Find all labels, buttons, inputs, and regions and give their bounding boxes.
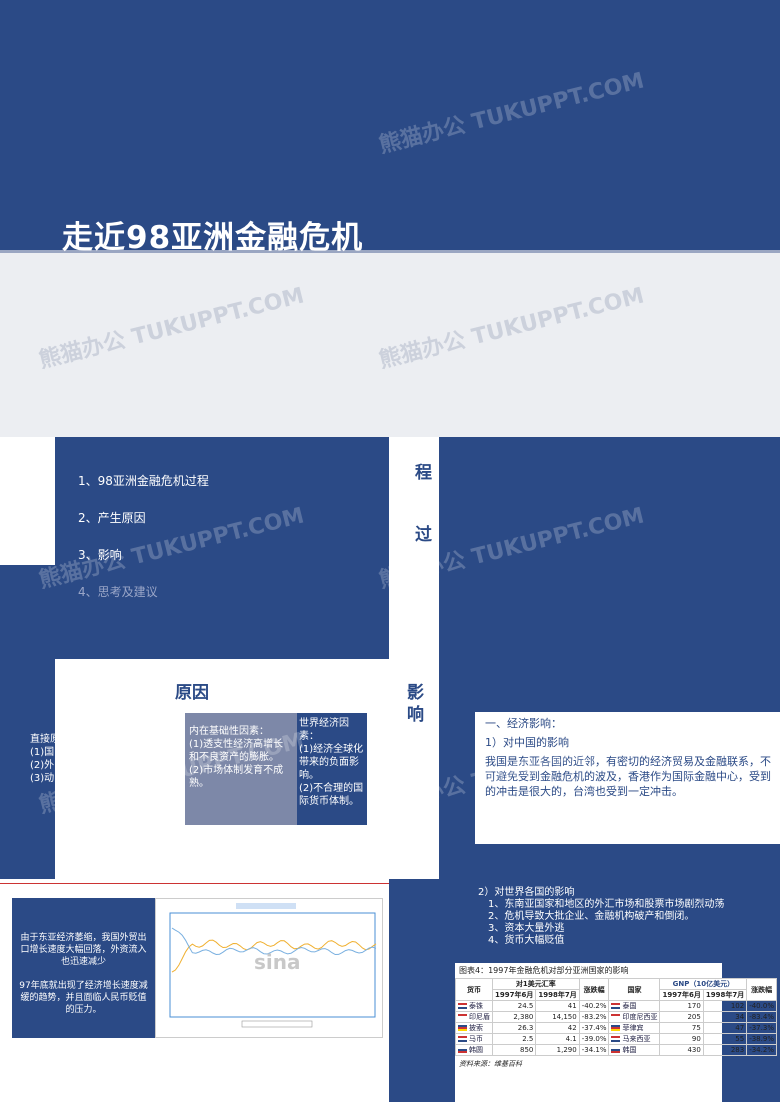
flag-icon — [458, 1025, 467, 1031]
cause-title: 原因 — [175, 683, 209, 703]
flag-icon — [458, 1003, 467, 1009]
flag-icon — [458, 1036, 467, 1042]
menu-item-advice[interactable]: 4、思考及建议 — [78, 583, 158, 600]
flag-icon — [458, 1047, 467, 1053]
flag-icon — [611, 1003, 621, 1009]
flag-icon — [611, 1047, 621, 1053]
menu-item-process[interactable]: 1、98亚洲金融危机过程 — [78, 472, 209, 489]
table-row: 泰铢 24.5 41 -40.2% 泰国 170 102 -40.0% — [455, 1000, 777, 1012]
flag-icon — [611, 1025, 621, 1031]
world-impact-list: 2）对世界各国的影响 1、东南亚国家和地区的外汇市场和股票市场剧烈动荡 2、危机… — [478, 887, 725, 946]
chart-logo: sina — [254, 950, 301, 974]
chart-legend — [241, 1020, 313, 1028]
table-row: 披索 26.3 42 -37.4% 菲律宾 75 47 -37.3% — [455, 1022, 777, 1034]
page-title: 走近98亚洲金融危机 — [62, 220, 364, 256]
divider — [0, 883, 389, 884]
table-source: 资料来源：维基百科 — [459, 1060, 522, 1068]
impact-heading: 一、经济影响： — [485, 717, 562, 730]
data-table: 货币 对1美元汇率 涨跌幅 国家 GNP（10亿美元） 涨跌幅 1997年6月 … — [455, 978, 777, 1056]
table-row: 韩圆 850 1,290 -34.1% 韩国 430 283 -34.2% — [455, 1044, 777, 1056]
direct-cause-text: 直接原因： (1)国 (2)外 (3)动 — [30, 734, 55, 784]
trade-growth-chart: sina — [155, 898, 383, 1038]
table-row: 马币 2.5 4.1 -39.0% 马来西亚 90 55 -38.9% — [455, 1033, 777, 1045]
flag-icon — [611, 1014, 621, 1020]
side-title-char: 程 — [415, 463, 432, 483]
side-title-char: 响 — [407, 705, 424, 725]
chart-header-bar — [236, 903, 296, 909]
table-caption: 图表4：1997年金融危机对部分亚洲国家的影响 — [459, 966, 629, 975]
china-impact-text: 由于东亚经济萎缩，我国外贸出口增长速度大幅回落，外资流入也迅速减少 97年底就出… — [12, 898, 155, 1038]
table-row: 印尼盾 2,380 14,150 -83.2% 印度尼西亚 205 34 -83.4% — [455, 1011, 777, 1023]
chart-svg: sina — [169, 903, 377, 1028]
side-title-char: 过 — [415, 525, 432, 545]
currency-table: 图表4：1997年金融危机对部分亚洲国家的影响 货币 对1美元汇率 涨跌幅 国家… — [455, 963, 777, 1102]
flag-icon — [458, 1014, 467, 1020]
world-factor-box: 世界经济因素： (1)经济全球化带来的负面影响。 (2)不合理的国际货币体制。 — [297, 713, 367, 825]
flag-icon — [611, 1036, 621, 1042]
menu-item-cause[interactable]: 2、产生原因 — [78, 509, 146, 526]
